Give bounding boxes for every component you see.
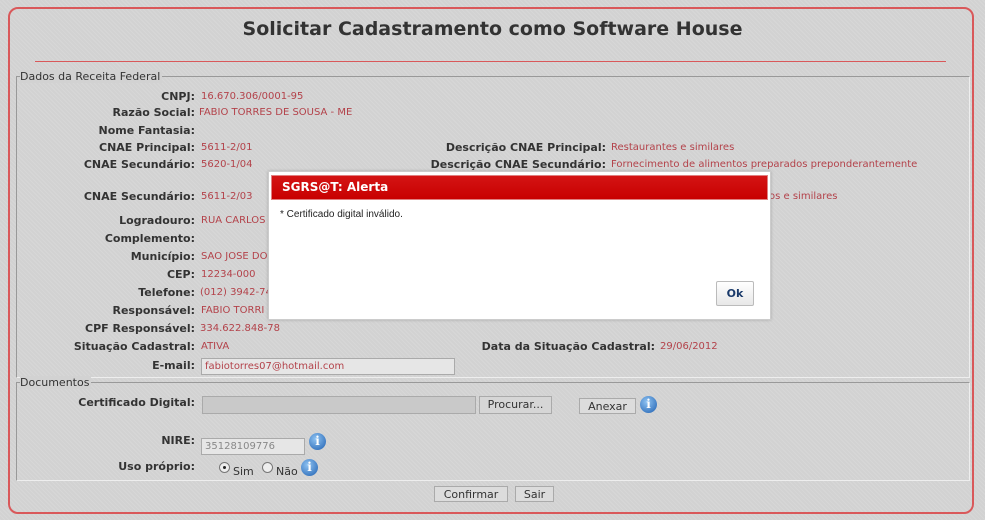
dialog-title: SGRS@T: Alerta <box>271 175 768 200</box>
nire-input[interactable]: 35128109776 <box>201 438 305 455</box>
cnae-sec2-label: CNAE Secundário: <box>83 190 195 203</box>
cep-value: 12234-000 <box>201 269 256 280</box>
uso-nao-radio[interactable] <box>262 462 273 473</box>
email-input[interactable]: fabiotorres07@hotmail.com <box>201 358 455 375</box>
email-label: E-mail: <box>152 359 195 372</box>
telefone-value: (012) 3942-74 <box>200 287 272 298</box>
cep-label: CEP: <box>166 268 195 281</box>
telefone-label: Telefone: <box>138 286 195 299</box>
nire-info-icon[interactable]: i <box>309 433 326 450</box>
uso-sim-label: Sim <box>233 465 254 478</box>
municipio-value: SAO JOSE DO <box>201 251 268 262</box>
desc-cnae-principal-label: Descrição CNAE Principal: <box>445 141 606 154</box>
nire-label: NIRE: <box>161 434 195 447</box>
cpf-value: 334.622.848-78 <box>200 323 280 334</box>
attach-button[interactable]: Anexar <box>579 398 636 414</box>
cnae-sec2-value: 5611-2/03 <box>201 191 253 202</box>
cert-label: Certificado Digital: <box>78 396 195 409</box>
cnae-sec-label: CNAE Secundário: <box>83 158 195 171</box>
cert-file-input[interactable] <box>202 396 476 414</box>
exit-button[interactable]: Sair <box>515 486 554 502</box>
responsavel-value: FABIO TORRI <box>201 305 265 316</box>
dialog-message: * Certificado digital inválido. <box>280 209 403 220</box>
desc-cnae-sec-value: Fornecimento de alimentos preparados pre… <box>611 159 918 170</box>
cnae-principal-label: CNAE Principal: <box>99 141 195 154</box>
logradouro-value: RUA CARLOS <box>201 215 266 226</box>
responsavel-label: Responsável: <box>112 304 195 317</box>
desc-cnae-sec-label: Descrição CNAE Secundário: <box>430 158 606 171</box>
complemento-label: Complemento: <box>104 232 195 245</box>
confirm-button[interactable]: Confirmar <box>434 486 508 502</box>
situacao-label: Situação Cadastral: <box>73 340 195 353</box>
data-situacao-value: 29/06/2012 <box>660 341 718 352</box>
divider <box>35 61 946 62</box>
cnpj-label: CNPJ: <box>161 90 195 103</box>
ok-button[interactable]: Ok <box>716 281 754 306</box>
uso-info-icon[interactable]: i <box>301 459 318 476</box>
receita-legend: Dados da Receita Federal <box>20 70 163 83</box>
documentos-legend: Documentos <box>20 376 92 389</box>
desc-cnae-sec2-value: os e similares <box>769 191 838 202</box>
razao-label: Razão Social: <box>112 106 195 119</box>
cnae-sec-value: 5620-1/04 <box>201 159 253 170</box>
razao-value: FABIO TORRES DE SOUSA - ME <box>199 107 353 118</box>
uso-sim-radio[interactable] <box>219 462 230 473</box>
uso-nao-label: Não <box>276 465 298 478</box>
cnpj-value: 16.670.306/0001-95 <box>201 91 304 102</box>
page-title: Solicitar Cadastramento como Software Ho… <box>242 18 743 40</box>
cpf-label: CPF Responsável: <box>85 322 195 335</box>
municipio-label: Município: <box>130 250 195 263</box>
logradouro-label: Logradouro: <box>119 214 195 227</box>
alert-dialog: SGRS@T: Alerta * Certificado digital inv… <box>268 171 771 320</box>
desc-cnae-principal-value: Restaurantes e similares <box>611 142 735 153</box>
data-situacao-label: Data da Situação Cadastral: <box>481 340 655 353</box>
cnae-principal-value: 5611-2/01 <box>201 142 253 153</box>
cert-info-icon[interactable]: i <box>640 396 657 413</box>
uso-label: Uso próprio: <box>118 460 195 473</box>
browse-button[interactable]: Procurar... <box>479 396 552 414</box>
situacao-value: ATIVA <box>201 341 230 352</box>
fantasia-label: Nome Fantasia: <box>98 124 195 137</box>
